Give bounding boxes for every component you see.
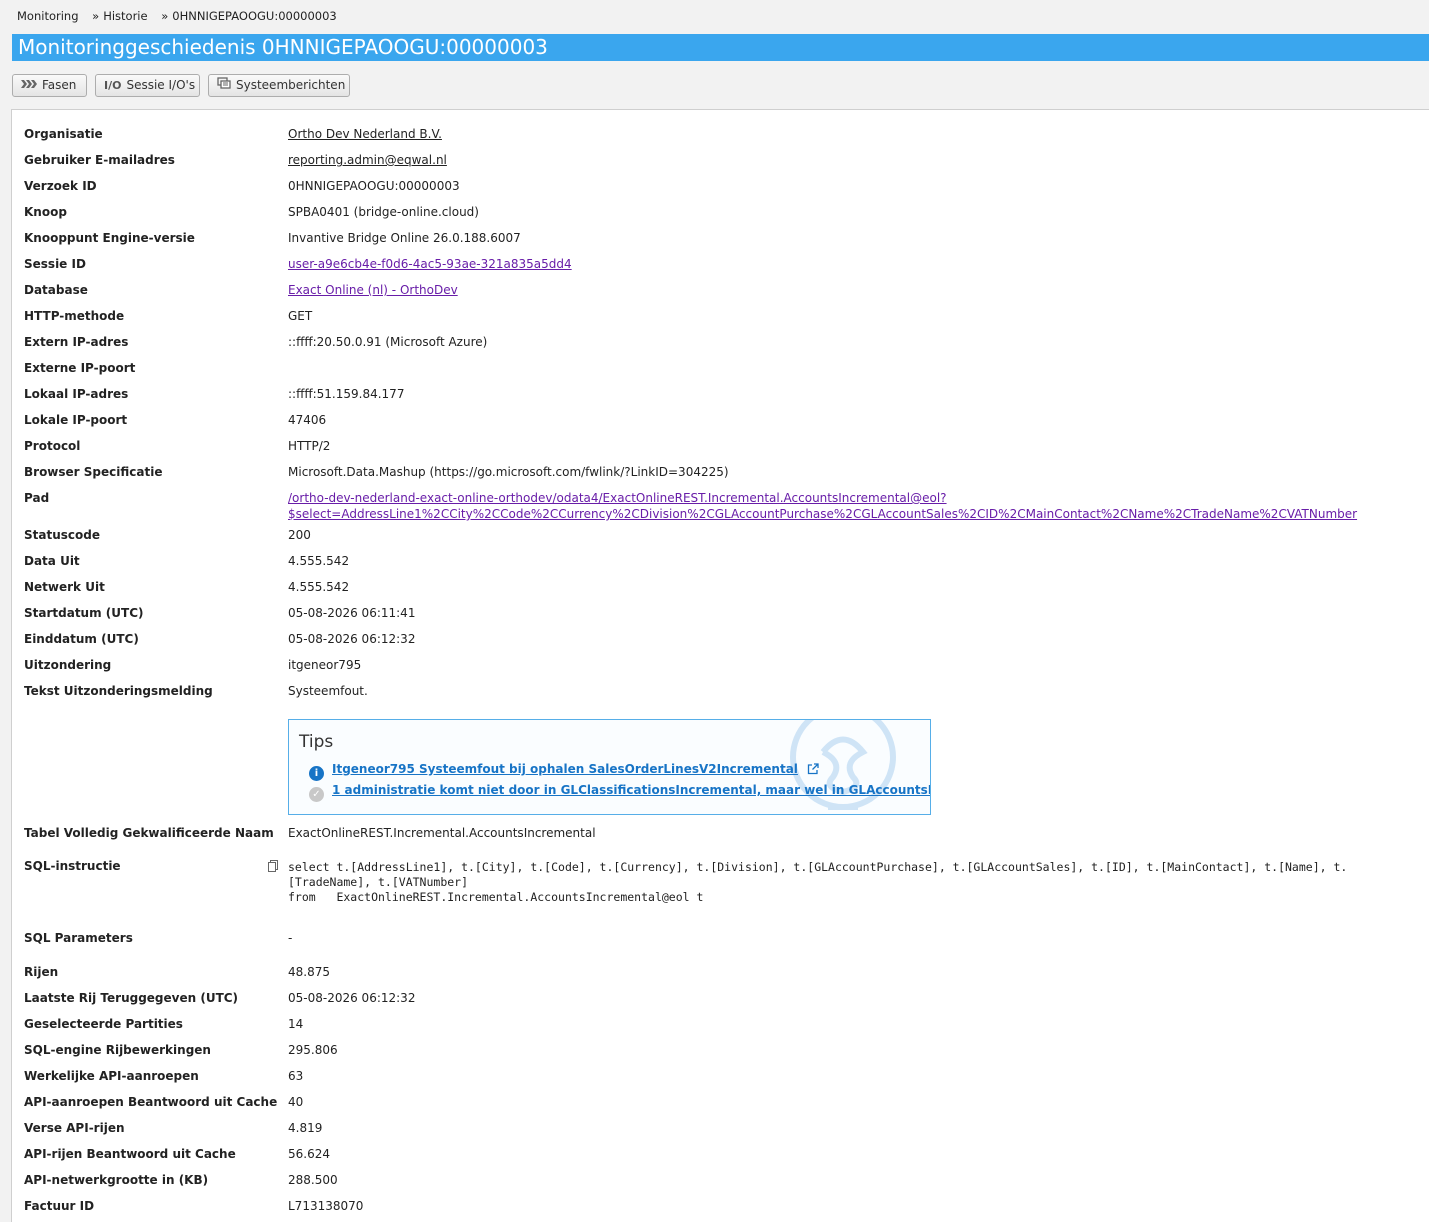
label-lokale-poort: Lokale IP-poort xyxy=(24,413,128,427)
netwerk-uit-value: 4.555.542 xyxy=(288,580,350,594)
protocol-value: HTTP/2 xyxy=(288,439,331,453)
system-messages-icon xyxy=(217,75,231,96)
label-protocol: Protocol xyxy=(24,439,81,453)
check-icon: ✓ xyxy=(309,787,324,802)
external-link-icon[interactable] xyxy=(807,763,819,778)
knoop-value: SPBA0401 (bridge-online.cloud) xyxy=(288,205,479,219)
tip-item: i Itgeneor795 Systeemfout bij ophalen Sal… xyxy=(309,762,819,781)
label-lokaal-ip: Lokaal IP-adres xyxy=(24,387,129,401)
label-database: Database xyxy=(24,283,88,297)
lokale-poort-value: 47406 xyxy=(288,413,327,427)
verzoek-id-value: 0HNNIGEPAOOGU:00000003 xyxy=(288,179,460,193)
tip-link-itgeneor795[interactable]: Itgeneor795 Systeemfout bij ophalen Sale… xyxy=(332,762,798,776)
phases-icon xyxy=(21,75,37,96)
engine-versie-value: Invantive Bridge Online 26.0.188.6007 xyxy=(288,231,521,245)
io-icon: I/O xyxy=(104,79,122,92)
label-einddatum: Einddatum (UTC) xyxy=(24,632,139,646)
laatste-rij-value: 05-08-2026 06:12:32 xyxy=(288,991,416,1005)
label-rijen-cache: API-rijen Beantwoord uit Cache xyxy=(24,1147,236,1161)
label-sql-parameters: SQL Parameters xyxy=(24,931,133,945)
copy-icon[interactable] xyxy=(268,860,278,875)
label-data-uit: Data Uit xyxy=(24,554,80,568)
sessie-id-link[interactable]: user-a9e6cb4e-f0d6-4ac5-93ae-321a835a5dd… xyxy=(288,256,572,272)
http-methode-value: GET xyxy=(288,309,313,323)
label-extern-ip: Extern IP-adres xyxy=(24,335,129,349)
api-cache-value: 40 xyxy=(288,1095,304,1109)
label-api-aanroepen: Werkelijke API-aanroepen xyxy=(24,1069,199,1083)
label-externe-poort: Externe IP-poort xyxy=(24,361,136,375)
systeemberichten-button[interactable]: Systeemberichten xyxy=(208,74,350,97)
rijen-value: 48.875 xyxy=(288,965,330,979)
breadcrumb: Monitoring » Historie » 0HNNIGEPAOOGU:0000… xyxy=(17,9,341,23)
label-tekst-uitzondering: Tekst Uitzonderingsmelding xyxy=(24,684,213,698)
lokaal-ip-value: ::ffff:51.159.84.177 xyxy=(288,387,405,401)
tekst-uitzondering-value: Systeemfout. xyxy=(288,684,368,698)
browser-value: Microsoft.Data.Mashup (https://go.micros… xyxy=(288,465,729,479)
label-rijbewerkingen: SQL-engine Rijbewerkingen xyxy=(24,1043,211,1057)
tip-link-glclassifications[interactable]: 1 administratie komt niet door in GLClas… xyxy=(332,783,930,797)
organisatie-link[interactable]: Ortho Dev Nederland B.V. xyxy=(288,126,442,142)
sessie-ios-label: Sessie I/O's xyxy=(126,78,196,92)
label-startdatum: Startdatum (UTC) xyxy=(24,606,144,620)
details-panel: Organisatie Ortho Dev Nederland B.V. Geb… xyxy=(11,109,1429,1222)
label-organisatie: Organisatie xyxy=(24,127,103,141)
tip-item: ✓ 1 administratie komt niet door in GLCla… xyxy=(309,783,930,802)
breadcrumb-historie[interactable]: Historie xyxy=(103,9,147,23)
label-rijen: Rijen xyxy=(24,965,59,979)
breadcrumb-monitoring[interactable]: Monitoring xyxy=(17,9,79,23)
label-pad: Pad xyxy=(24,491,50,505)
sessie-ios-button[interactable]: I/O Sessie I/O's xyxy=(95,74,200,97)
label-tabel-naam: Tabel Volledig Gekwalificeerde Naam xyxy=(24,826,274,840)
tips-box: Tips i Itgeneor795 Systeemfout bij ophale… xyxy=(288,719,931,815)
label-laatste-rij: Laatste Rij Teruggegeven (UTC) xyxy=(24,991,239,1005)
sql-instructie-value: select t.[AddressLine1], t.[City], t.[Co… xyxy=(288,860,1348,904)
fasen-button[interactable]: Fasen xyxy=(12,74,87,97)
fasen-label: Fasen xyxy=(42,78,77,92)
partities-value: 14 xyxy=(288,1017,304,1031)
tabel-naam-value: ExactOnlineREST.Incremental.AccountsIncr… xyxy=(288,826,596,840)
label-verse-rijen: Verse API-rijen xyxy=(24,1121,125,1135)
rijen-cache-value: 56.624 xyxy=(288,1147,330,1161)
label-netwerkgrootte: API-netwerkgrootte in (KB) xyxy=(24,1173,209,1187)
einddatum-value: 05-08-2026 06:12:32 xyxy=(288,632,416,646)
api-aanroepen-value: 63 xyxy=(288,1069,304,1083)
label-sql-instructie: SQL-instructie xyxy=(24,859,121,873)
pad-link-line2[interactable]: $select=AddressLine1%2CCity%2CCode%2CCur… xyxy=(288,506,1357,522)
uitzondering-value: itgeneor795 xyxy=(288,658,362,672)
data-uit-value: 4.555.542 xyxy=(288,554,350,568)
extern-ip-value: ::ffff:20.50.0.91 (Microsoft Azure) xyxy=(288,335,488,349)
factuur-id-value: L713138070 xyxy=(288,1199,364,1213)
label-sessie-id: Sessie ID xyxy=(24,257,86,271)
label-email: Gebruiker E-mailadres xyxy=(24,153,175,167)
page-title: Monitoringgeschiedenis 0HNNIGEPAOOGU:000… xyxy=(12,34,1429,61)
rijbewerkingen-value: 295.806 xyxy=(288,1043,338,1057)
breadcrumb-separator: » xyxy=(92,9,100,23)
label-http-methode: HTTP-methode xyxy=(24,309,125,323)
label-partities: Geselecteerde Partities xyxy=(24,1017,183,1031)
label-netwerk-uit: Netwerk Uit xyxy=(24,580,105,594)
tips-title: Tips xyxy=(299,732,334,752)
label-verzoek-id: Verzoek ID xyxy=(24,179,97,193)
label-statuscode: Statuscode xyxy=(24,528,100,542)
systeemberichten-label: Systeemberichten xyxy=(236,78,346,92)
info-icon: i xyxy=(309,766,324,781)
verse-rijen-value: 4.819 xyxy=(288,1121,323,1135)
label-knoop: Knoop xyxy=(24,205,67,219)
statuscode-value: 200 xyxy=(288,528,311,542)
pad-link-line1[interactable]: /ortho-dev-nederland-exact-online-orthod… xyxy=(288,490,947,506)
startdatum-value: 05-08-2026 06:11:41 xyxy=(288,606,416,620)
sql-parameters-value: - xyxy=(288,931,293,945)
label-engine-versie: Knooppunt Engine-versie xyxy=(24,231,195,245)
email-link[interactable]: reporting.admin@eqwal.nl xyxy=(288,152,447,168)
label-browser: Browser Specificatie xyxy=(24,465,163,479)
breadcrumb-separator: » xyxy=(161,9,169,23)
label-uitzondering: Uitzondering xyxy=(24,658,112,672)
database-link[interactable]: Exact Online (nl) - OrthoDev xyxy=(288,282,458,298)
label-api-cache: API-aanroepen Beantwoord uit Cache xyxy=(24,1095,278,1109)
label-factuur-id: Factuur ID xyxy=(24,1199,95,1213)
breadcrumb-current: 0HNNIGEPAOOGU:00000003 xyxy=(172,9,337,23)
netwerkgrootte-value: 288.500 xyxy=(288,1173,338,1187)
